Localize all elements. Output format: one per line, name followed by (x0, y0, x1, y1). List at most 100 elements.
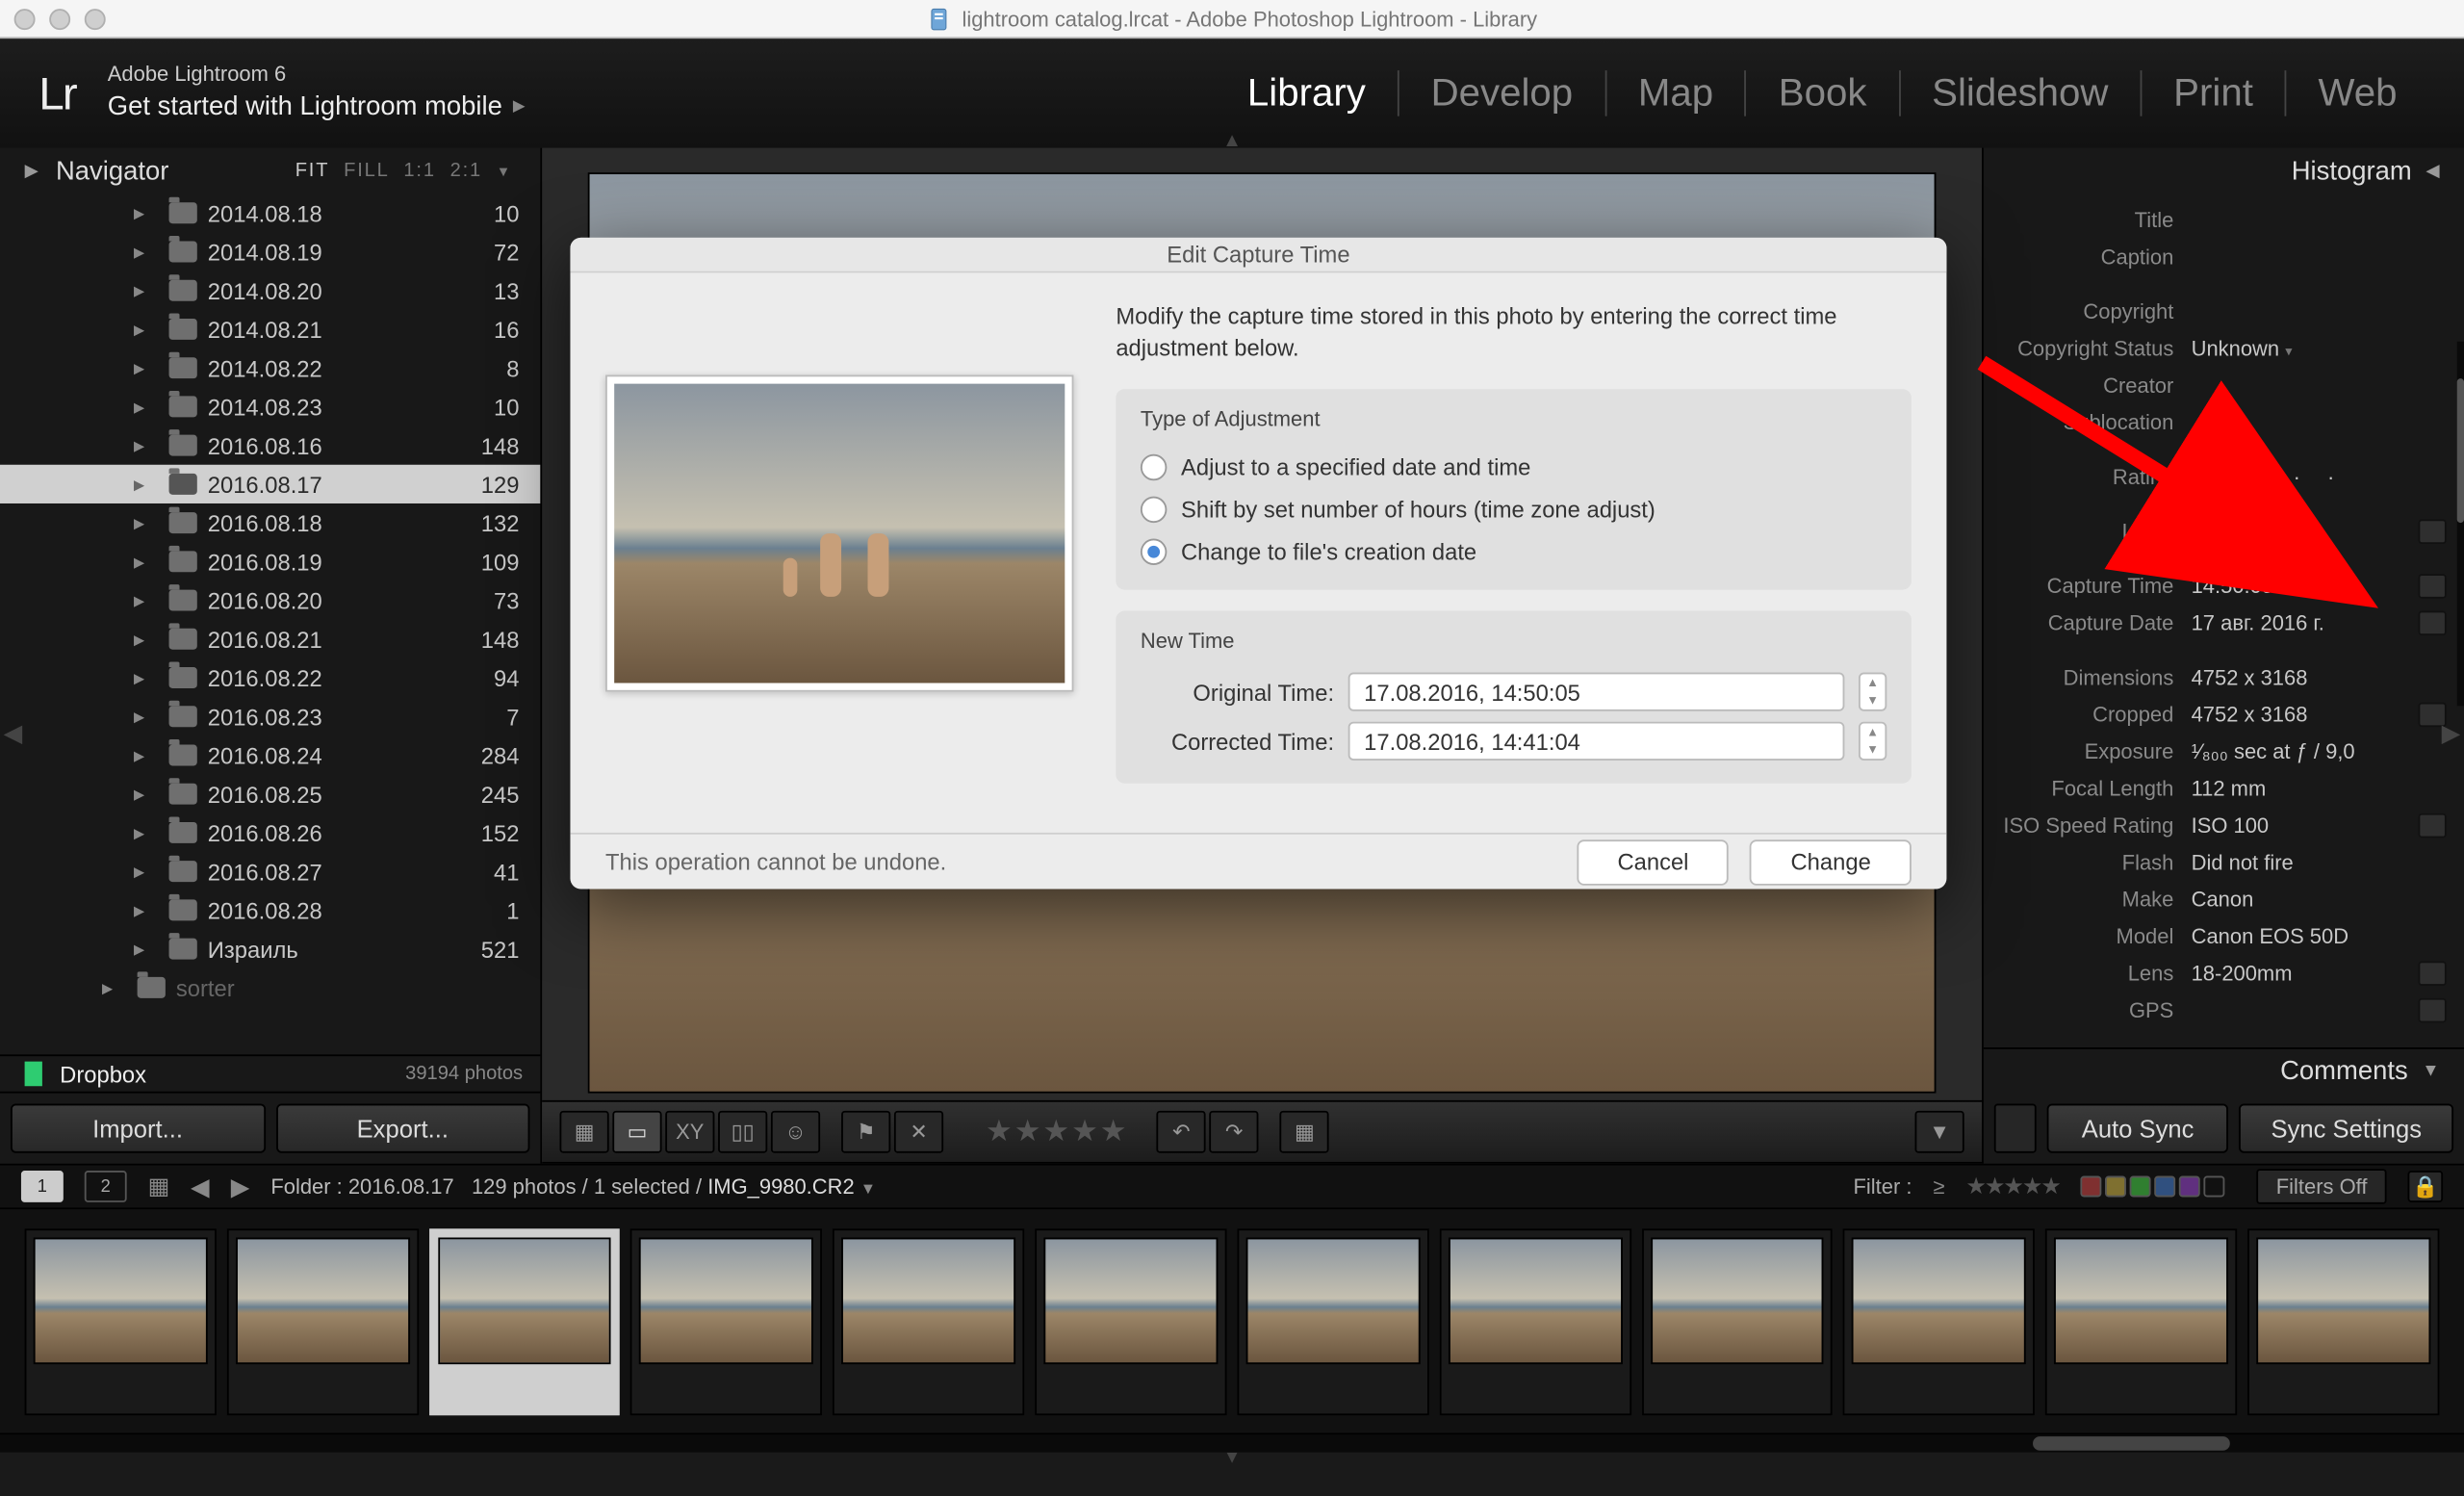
grid-overlay-button[interactable]: ▦ (1280, 1111, 1329, 1153)
change-button[interactable]: Change (1750, 839, 1911, 886)
metadata-row[interactable]: Lens18-200mm (1984, 954, 2451, 991)
folder-row[interactable]: ▶2016.08.2294 (0, 658, 540, 697)
module-develop[interactable]: Develop (1398, 70, 1604, 116)
filter-color-labels[interactable] (2081, 1176, 2225, 1198)
flag-pick-button[interactable]: ⚑ (841, 1111, 890, 1153)
color-green-icon[interactable] (2130, 1176, 2151, 1198)
metadata-row[interactable]: MakeCanon (1984, 880, 2451, 916)
metadata-action-icon[interactable] (2418, 573, 2446, 598)
metadata-row[interactable]: Copyright (1984, 293, 2451, 329)
metadata-action-icon[interactable] (2418, 519, 2446, 544)
comments-header[interactable]: Comments (1984, 1047, 2464, 1094)
module-print[interactable]: Print (2140, 70, 2284, 116)
thumbnail[interactable] (1035, 1227, 1226, 1414)
metadata-row[interactable]: Capture Time14:50:05 (1984, 567, 2451, 604)
color-none-icon[interactable] (2204, 1176, 2225, 1198)
folder-row[interactable]: ▶2016.08.2073 (0, 580, 540, 619)
corrected-time-input[interactable]: 17.08.2016, 14:41:04 (1348, 722, 1845, 761)
rating-stars[interactable]: ★★★★★ (986, 1115, 1128, 1150)
corrected-time-stepper[interactable]: ▲▼ (1859, 722, 1886, 761)
people-view-button[interactable]: ☺ (771, 1111, 820, 1153)
metadata-action-icon[interactable] (2418, 812, 2446, 838)
folder-row[interactable]: ▶2016.08.17129 (0, 465, 540, 503)
folder-row[interactable]: ▶2014.08.1810 (0, 193, 540, 232)
radio-shift-hours[interactable]: Shift by set number of hours (time zone … (1141, 488, 1886, 530)
thumbnail[interactable] (833, 1227, 1024, 1414)
folder-row[interactable]: ▶2016.08.16148 (0, 426, 540, 465)
thumbnail[interactable] (1843, 1227, 2035, 1414)
navigator-header[interactable]: ▶ Navigator FIT FILL 1:1 2:1 ▼ (0, 148, 540, 194)
filter-rating[interactable]: ★★★★★ (1965, 1173, 2059, 1200)
color-blue-icon[interactable] (2155, 1176, 2176, 1198)
module-book[interactable]: Book (1745, 70, 1898, 116)
folder-row[interactable]: ▶2016.08.25245 (0, 775, 540, 813)
thumbnail[interactable] (631, 1227, 823, 1414)
filmstrip-collapse-icon[interactable]: ▼ (0, 1453, 2464, 1467)
folder-row[interactable]: ▶2016.08.19109 (0, 542, 540, 580)
thumbnail[interactable] (1641, 1227, 1833, 1414)
metadata-row[interactable]: ISO Speed RatingISO 100 (1984, 806, 2451, 842)
export-button[interactable]: Export... (275, 1104, 529, 1153)
module-slideshow[interactable]: Slideshow (1898, 70, 2140, 116)
folder-row[interactable]: ▶Израиль521 (0, 930, 540, 968)
histogram-header[interactable]: Histogram (1984, 148, 2464, 194)
thumbnail[interactable] (1237, 1227, 1428, 1414)
thumbnail[interactable] (227, 1227, 419, 1414)
folder-row[interactable]: ▶2016.08.281 (0, 890, 540, 929)
thumbnail[interactable] (2045, 1227, 2237, 1414)
left-panel-collapse-icon[interactable]: ◀ (4, 718, 23, 748)
metadata-row[interactable]: Label (1984, 512, 2451, 549)
metadata-row[interactable]: Creator (1984, 366, 2451, 402)
folder-row[interactable]: ▶sorter (0, 968, 540, 1007)
loupe-view-button[interactable]: ▭ (612, 1111, 661, 1153)
folder-row[interactable]: ▶2014.08.2013 (0, 271, 540, 310)
radio-file-creation-date[interactable]: Change to file's creation date (1141, 530, 1886, 573)
rating-dots[interactable]: · · · · · (2192, 464, 2447, 489)
metadata-row[interactable]: GPS (1984, 992, 2451, 1028)
filmstrip-scrollbar[interactable] (0, 1434, 2464, 1452)
rotate-ccw-button[interactable]: ↶ (1157, 1111, 1206, 1153)
module-web[interactable]: Web (2285, 70, 2429, 116)
folder-row[interactable]: ▶2014.08.2310 (0, 387, 540, 426)
metadata-action-icon[interactable] (2418, 610, 2446, 635)
original-time-stepper[interactable]: ▲▼ (1859, 673, 1886, 711)
metadata-value[interactable]: Unknown ▾ (2192, 335, 2447, 360)
mobile-link[interactable]: Get started with Lightroom mobile (108, 90, 526, 124)
toolbar-disclosure-icon[interactable]: ▼ (1915, 1111, 1964, 1153)
folder-row[interactable]: ▶2014.08.2116 (0, 310, 540, 348)
metadata-row[interactable]: Cropped4752 x 3168 (1984, 695, 2451, 732)
nav-back-icon[interactable]: ◀ (191, 1172, 210, 1201)
thumbnail[interactable] (25, 1227, 217, 1414)
filters-off-button[interactable]: Filters Off (2257, 1169, 2387, 1204)
filmstrip[interactable] (0, 1209, 2464, 1434)
grid-view-button[interactable]: ▦ (559, 1111, 608, 1153)
survey-view-button[interactable]: ▯▯ (718, 1111, 767, 1153)
folder-row[interactable]: ▶2014.08.1972 (0, 232, 540, 271)
second-window-button[interactable]: 2 (85, 1171, 127, 1202)
metadata-row[interactable]: Rating· · · · · (1984, 457, 2451, 494)
metadata-row[interactable]: Capture Date17 авг. 2016 г. (1984, 604, 2451, 640)
thumbnail-selected[interactable] (429, 1227, 621, 1414)
metadata-row[interactable]: ModelCanon EOS 50D (1984, 917, 2451, 954)
main-window-button[interactable]: 1 (21, 1171, 64, 1202)
metadata-row[interactable]: Sublocation (1984, 403, 2451, 440)
cancel-button[interactable]: Cancel (1577, 839, 1729, 886)
dropbox-volume[interactable]: Dropbox 39194 photos (0, 1054, 540, 1093)
import-button[interactable]: Import... (11, 1104, 265, 1153)
metadata-row[interactable]: FlashDid not fire (1984, 843, 2451, 880)
module-library[interactable]: Library (1216, 70, 1398, 116)
breadcrumb-folder[interactable]: Folder : 2016.08.17 (270, 1174, 453, 1199)
rotate-cw-button[interactable]: ↷ (1210, 1111, 1259, 1153)
metadata-row[interactable]: Focal Length112 mm (1984, 769, 2451, 806)
color-purple-icon[interactable] (2179, 1176, 2200, 1198)
metadata-row[interactable]: Exposure¹⁄₈₀₀ sec at ƒ / 9,0 (1984, 733, 2451, 769)
module-map[interactable]: Map (1604, 70, 1745, 116)
zoom-controls[interactable]: FIT FILL 1:1 2:1 ▼ (292, 160, 516, 181)
color-red-icon[interactable] (2081, 1176, 2102, 1198)
metadata-action-icon[interactable] (2418, 997, 2446, 1022)
compare-view-button[interactable]: XY (665, 1111, 714, 1153)
thumbnail[interactable] (2247, 1227, 2439, 1414)
folder-row[interactable]: ▶2016.08.18132 (0, 503, 540, 542)
metadata-row[interactable]: Dimensions4752 x 3168 (1984, 658, 2451, 695)
metadata-row[interactable]: Title (1984, 200, 2451, 237)
